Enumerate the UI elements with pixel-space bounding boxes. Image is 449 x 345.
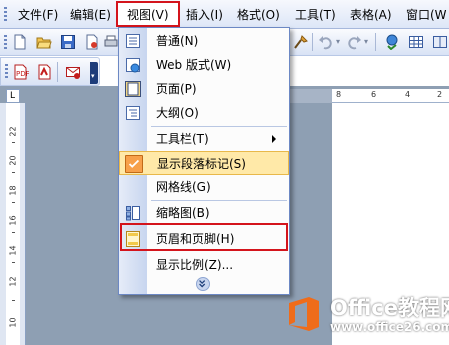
menu-item-label: 显示段落标记(S) — [157, 157, 246, 171]
vruler-label: 16 — [8, 215, 18, 226]
redo-icon[interactable] — [346, 34, 362, 50]
horizontal-ruler-margin — [287, 89, 332, 103]
save-icon[interactable] — [60, 34, 76, 50]
menu-view[interactable]: 视图(V) — [127, 6, 169, 24]
menu-item-label: 大纲(O) — [156, 106, 199, 120]
open-folder-icon[interactable] — [36, 34, 52, 50]
menu-tools[interactable]: 工具(T) — [295, 6, 336, 24]
submenu-arrow-icon — [272, 135, 276, 143]
menu-item-label: 普通(N) — [156, 34, 199, 48]
menu-insert[interactable]: 插入(I) — [186, 6, 223, 24]
menu-item-label: 工具栏(T) — [156, 132, 209, 146]
print-icon-partial[interactable] — [103, 34, 119, 50]
hruler-label: 2 — [437, 90, 443, 99]
undo-dropdown-icon[interactable]: ▾ — [336, 37, 340, 46]
menu-item-gridlines[interactable]: 网格线(G) — [119, 175, 289, 199]
check-icon — [125, 155, 143, 173]
menu-item-show-paragraph-marks[interactable]: 显示段落标记(S) — [119, 151, 289, 175]
menubar-grip-icon[interactable] — [4, 7, 7, 23]
tab-selector-icon[interactable]: L — [6, 89, 20, 103]
pdf-options-icon[interactable] — [37, 64, 53, 80]
menu-table[interactable]: 表格(A) — [350, 6, 392, 24]
pdf-convert-icon[interactable]: PDF — [13, 64, 29, 80]
vruler-label: 10 — [8, 317, 18, 328]
menu-item-label: Web 版式(W) — [156, 58, 232, 72]
menu-window[interactable]: 窗口(W — [406, 6, 447, 24]
toolbar-separator — [312, 33, 313, 51]
hruler-label: 4 — [405, 90, 411, 99]
vruler-tick — [12, 232, 15, 233]
vruler-label: 22 — [8, 126, 18, 137]
vruler-tick — [12, 202, 15, 203]
menu-item-thumbnails[interactable]: 缩略图(B) — [119, 201, 289, 225]
new-document-icon[interactable] — [12, 34, 28, 50]
toolbar-separator-2 — [375, 33, 376, 51]
undo-icon[interactable] — [318, 34, 334, 50]
toolbar-options-chevron-icon[interactable]: ▾ — [90, 62, 98, 84]
pdf-mail-icon[interactable] — [65, 64, 81, 80]
toolbar-grip-icon[interactable] — [4, 35, 7, 51]
normal-view-icon — [126, 34, 140, 48]
print-layout-icon — [125, 81, 141, 97]
menu-file[interactable]: 文件(F) — [18, 6, 58, 24]
vruler-label: 18 — [8, 185, 18, 196]
menu-item-web-layout[interactable]: Web 版式(W) — [119, 53, 289, 77]
vruler-label: 14 — [8, 245, 18, 256]
view-menu-dropdown: 普通(N) Web 版式(W) 页面(P) 大纲(O) 工具栏(T) 显示段落标… — [118, 27, 290, 295]
formatting-toolbar: PDF ▾ — [0, 57, 100, 86]
vruler-label: 20 — [8, 155, 18, 166]
expand-menu-chevron-icon[interactable] — [196, 277, 210, 291]
menu-item-label: 缩略图(B) — [156, 206, 210, 220]
vruler-tick — [12, 172, 15, 173]
watermark-url: www.office26.com — [330, 320, 449, 334]
header-footer-highlight — [120, 223, 288, 251]
menu-item-print-layout[interactable]: 页面(P) — [119, 77, 289, 101]
columns-icon[interactable] — [432, 34, 448, 50]
hruler-label: 8 — [336, 90, 342, 99]
menu-item-zoom[interactable]: 显示比例(Z)... — [119, 253, 289, 277]
vruler-tick — [12, 142, 15, 143]
format-painter-icon[interactable] — [293, 34, 309, 50]
menu-edit[interactable]: 编辑(E) — [70, 6, 111, 24]
svg-text:PDF: PDF — [16, 70, 29, 78]
menu-item-label: 网格线(G) — [156, 180, 211, 194]
menu-item-label: 页面(P) — [156, 82, 197, 96]
menu-item-toolbars[interactable]: 工具栏(T) — [119, 127, 289, 151]
menu-item-label: 显示比例(Z)... — [156, 258, 234, 272]
menu-item-outline[interactable]: 大纲(O) — [119, 101, 289, 125]
watermark-brand: Office教程网 — [330, 296, 449, 320]
vruler-label: 12 — [8, 276, 18, 287]
menu-format[interactable]: 格式(O) — [237, 6, 280, 24]
toolbar2-separator — [57, 62, 58, 82]
toolbar2-grip-icon[interactable] — [5, 64, 8, 80]
menu-item-normal[interactable]: 普通(N) — [119, 29, 289, 53]
permission-icon[interactable] — [84, 34, 100, 50]
outline-icon — [126, 106, 140, 120]
redo-dropdown-icon[interactable]: ▾ — [364, 37, 368, 46]
menu-bar: 文件(F) 编辑(E) 视图(V) 插入(I) 格式(O) 工具(T) 表格(A… — [0, 0, 449, 29]
table-icon[interactable] — [408, 34, 424, 50]
hyperlink-icon[interactable] — [384, 34, 400, 50]
hruler-label: 6 — [371, 90, 377, 99]
vruler-tick — [12, 300, 15, 301]
office-logo-icon — [289, 297, 319, 331]
vruler-tick — [12, 262, 15, 263]
thumbnails-icon — [126, 206, 140, 221]
web-layout-icon — [126, 58, 140, 73]
